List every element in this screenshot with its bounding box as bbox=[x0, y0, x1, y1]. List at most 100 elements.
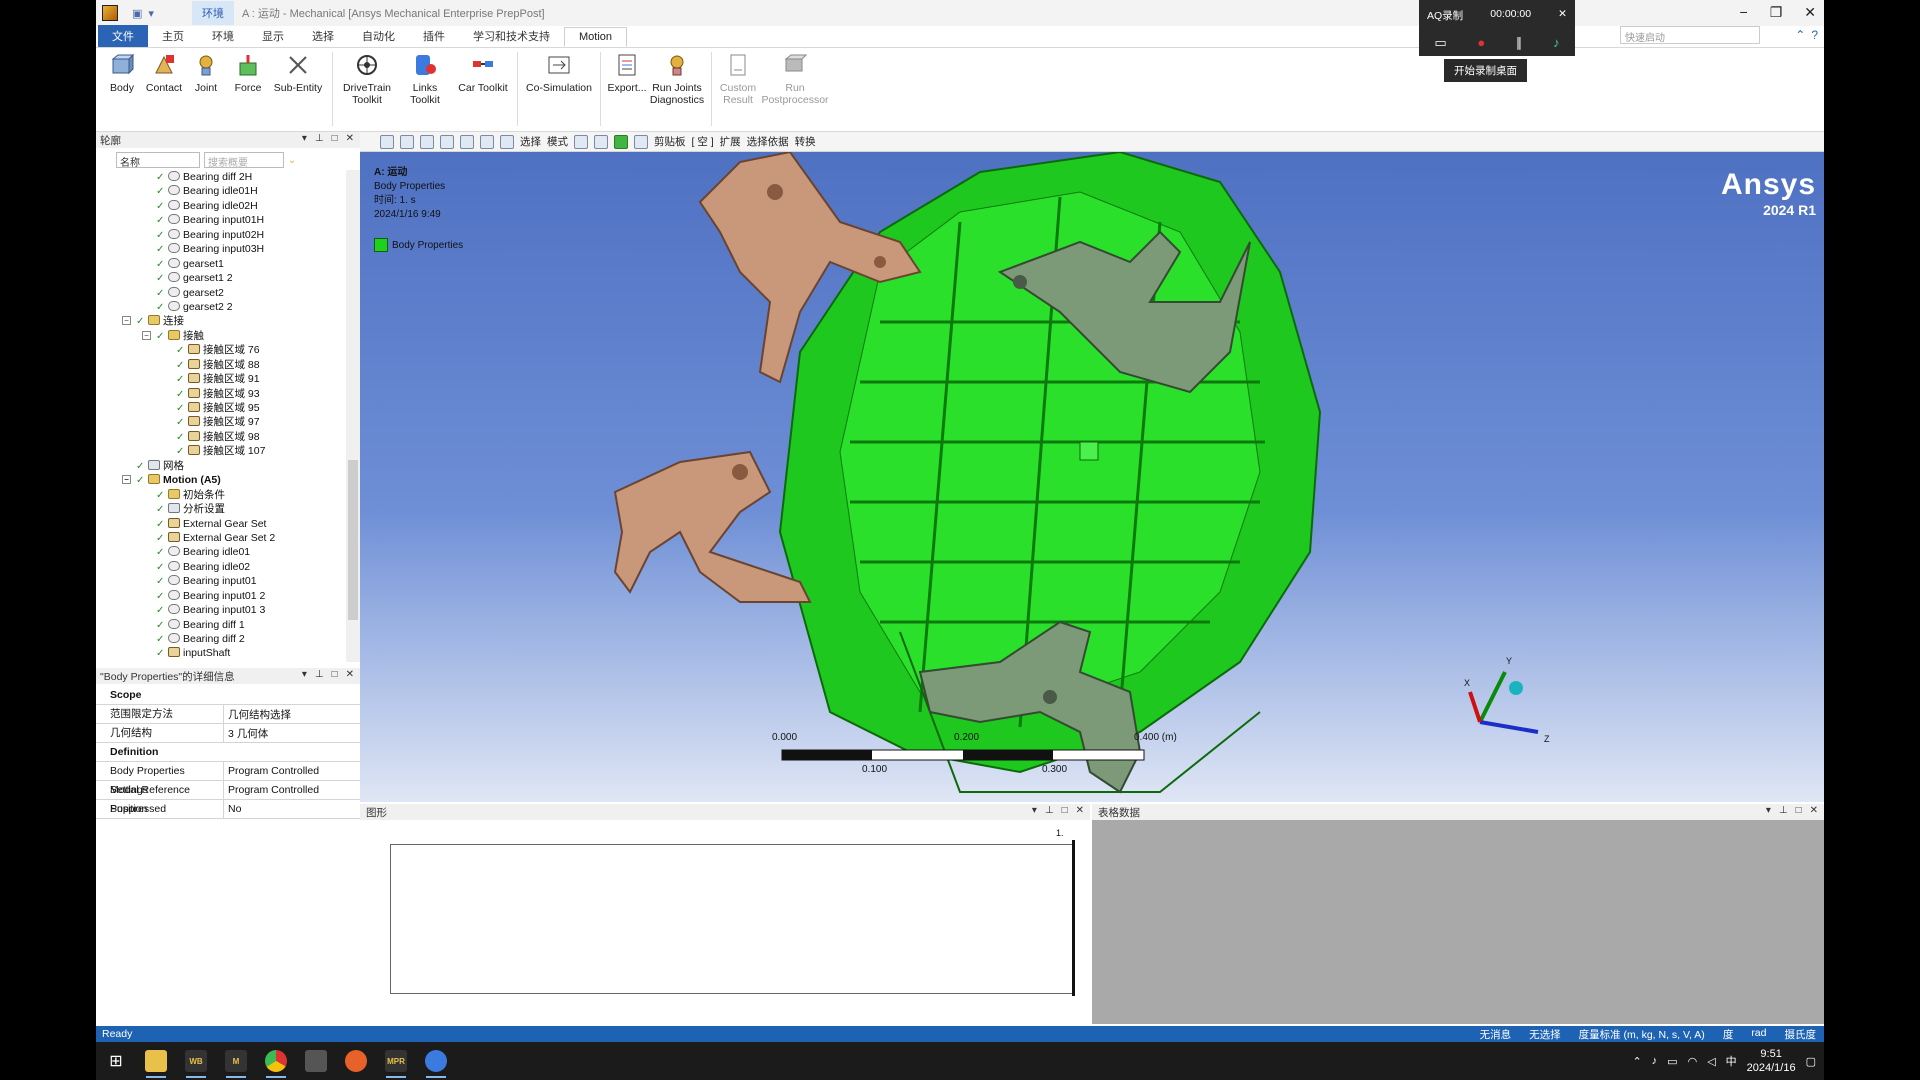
tree-item[interactable]: ✓ 初始条件 bbox=[96, 488, 346, 502]
links-toolkit-button[interactable]: Links Toolkit bbox=[397, 48, 453, 131]
tree-item[interactable]: ✓ 接触区域 93 bbox=[96, 387, 346, 401]
tree-item[interactable]: ✓ External Gear Set bbox=[96, 517, 346, 531]
taskbar-app5[interactable] bbox=[296, 1042, 336, 1080]
zoom-box-icon[interactable] bbox=[500, 134, 514, 149]
pin-icon[interactable]: ⊥ bbox=[1779, 805, 1788, 816]
zoom-icon[interactable] bbox=[400, 134, 414, 149]
select-face-icon[interactable] bbox=[634, 134, 648, 149]
taskbar-mpr[interactable]: MPR bbox=[376, 1042, 416, 1080]
pin-icon[interactable]: ⊥ bbox=[315, 133, 324, 144]
notification-icon[interactable]: ▢ bbox=[1806, 1055, 1816, 1068]
recorder-close-icon[interactable]: ✕ bbox=[1558, 8, 1567, 23]
tree-item[interactable]: ✓ Bearing input03H bbox=[96, 242, 346, 256]
pin-icon[interactable]: ⊥ bbox=[1045, 805, 1054, 816]
clock[interactable]: 9:51 2024/1/16 bbox=[1747, 1047, 1796, 1075]
minimize-button[interactable]: − bbox=[1740, 4, 1748, 21]
ime-indicator[interactable]: 中 bbox=[1726, 1053, 1737, 1069]
close-button[interactable]: ✕ bbox=[1804, 4, 1816, 21]
unit-system[interactable]: 度量标准 (m, kg, N, s, V, A) bbox=[1579, 1027, 1705, 1042]
tree-item[interactable]: ✓ Bearing input01 bbox=[96, 574, 346, 588]
tree-item[interactable]: ✓ 分析设置 bbox=[96, 502, 346, 516]
pan-icon[interactable] bbox=[480, 134, 494, 149]
tree-item[interactable]: ✓ 接触区域 95 bbox=[96, 401, 346, 415]
sub-entity-button[interactable]: Sub-Entity bbox=[270, 48, 326, 131]
tree-item[interactable]: ✓ gearset2 2 bbox=[96, 300, 346, 314]
details-row[interactable]: 范围限定方法 几何结构选择 bbox=[96, 704, 360, 724]
bracket-label[interactable]: [ 空 ] bbox=[692, 134, 714, 149]
tab-home[interactable]: 主页 bbox=[148, 25, 198, 47]
extend-label[interactable]: 扩展 bbox=[720, 134, 741, 149]
details-section-definition[interactable]: Definition bbox=[96, 743, 360, 762]
scrollbar-thumb[interactable] bbox=[348, 460, 358, 620]
select-by-label[interactable]: 选择依据 bbox=[747, 134, 789, 149]
tree-item[interactable]: ✓ 接触区域 107 bbox=[96, 444, 346, 458]
outline-scrollbar[interactable] bbox=[346, 170, 360, 662]
save-icon[interactable]: ▣ bbox=[132, 7, 142, 20]
tree-item[interactable]: ✓ 接触区域 98 bbox=[96, 430, 346, 444]
battery-icon[interactable]: ▭ bbox=[1667, 1055, 1677, 1068]
close-icon[interactable]: ✕ bbox=[1076, 805, 1084, 816]
close-icon[interactable]: ✕ bbox=[346, 133, 354, 144]
taskbar-workbench[interactable]: WB bbox=[176, 1042, 216, 1080]
select-edge-icon[interactable] bbox=[594, 134, 608, 149]
help-icon[interactable]: ? bbox=[1811, 28, 1818, 42]
close-icon[interactable]: ✕ bbox=[1810, 805, 1818, 816]
zoom-fit-icon[interactable] bbox=[380, 134, 394, 149]
tab-display[interactable]: 显示 bbox=[248, 25, 298, 47]
tree-item[interactable]: ✓ inputShaft bbox=[96, 646, 346, 660]
tree-item[interactable]: ✓ 接触区域 88 bbox=[96, 358, 346, 372]
contact-button[interactable]: Contact bbox=[144, 48, 184, 131]
taskbar-mic[interactable] bbox=[336, 1042, 376, 1080]
details-row[interactable]: Suppressed No bbox=[96, 799, 360, 819]
convert-label[interactable]: 转换 bbox=[795, 134, 816, 149]
filter-chevron-icon[interactable]: ⌄ bbox=[288, 155, 296, 166]
start-button[interactable]: ⊞ bbox=[96, 1042, 136, 1080]
selection-status[interactable]: 无选择 bbox=[1529, 1027, 1561, 1042]
tab-addins[interactable]: 插件 bbox=[409, 25, 459, 47]
angular-velocity-unit[interactable]: rad bbox=[1751, 1027, 1766, 1042]
shaded-icon[interactable] bbox=[420, 134, 434, 149]
drivetrain-toolkit-button[interactable]: DriveTrain Toolkit bbox=[339, 48, 395, 131]
restore-button[interactable]: ❐ bbox=[1770, 4, 1783, 21]
tree-item[interactable]: ✓ Bearing diff 1 bbox=[96, 618, 346, 632]
tree-item[interactable]: ✓ 接触区域 91 bbox=[96, 372, 346, 386]
taskbar-explorer[interactable] bbox=[136, 1042, 176, 1080]
chevron-down-icon[interactable]: ▾ bbox=[148, 7, 154, 20]
close-icon[interactable]: ✕ bbox=[346, 669, 354, 680]
wireframe-icon[interactable] bbox=[440, 134, 454, 149]
outline-search-input[interactable]: 搜索概要 bbox=[204, 152, 284, 169]
tree-item[interactable]: ✓ 网格 bbox=[96, 459, 346, 473]
run-joints-diagnostics-button[interactable]: Run Joints Diagnostics bbox=[649, 48, 705, 131]
tree-item[interactable]: − ✓ 接触 bbox=[96, 329, 346, 343]
taskbar-mechanical[interactable]: M bbox=[216, 1042, 256, 1080]
tree-item[interactable]: ✓ gearset2 bbox=[96, 286, 346, 300]
tab-motion[interactable]: Motion bbox=[564, 27, 628, 47]
temperature-unit[interactable]: 摄氏度 bbox=[1785, 1027, 1817, 1042]
graphics-viewport[interactable]: A: 运动 Body Properties 时间: 1. s 2024/1/16… bbox=[360, 152, 1824, 802]
tree-item[interactable]: ✓ gearset1 2 bbox=[96, 271, 346, 285]
tree-item[interactable]: ✓ Bearing idle02H bbox=[96, 199, 346, 213]
tab-environment[interactable]: 环境 bbox=[198, 25, 248, 47]
run-postprocessor-button[interactable]: Run Postprocessor bbox=[760, 48, 830, 131]
microphone-icon[interactable]: ♪ bbox=[1553, 35, 1560, 51]
details-row[interactable]: 几何结构 3 几何体 bbox=[96, 723, 360, 743]
export-button[interactable]: Export... bbox=[607, 48, 647, 131]
graph-plot-area[interactable] bbox=[390, 844, 1074, 994]
tree-item[interactable]: ✓ Bearing input01 2 bbox=[96, 589, 346, 603]
tree-item[interactable]: − ✓ 连接 bbox=[96, 314, 346, 328]
tray-chevron-icon[interactable]: ⌃ bbox=[1632, 1055, 1641, 1068]
pause-icon[interactable]: ∥ bbox=[1516, 35, 1523, 51]
tab-learning[interactable]: 学习和技术支持 bbox=[459, 25, 564, 47]
select-label[interactable]: 选择 bbox=[520, 134, 541, 149]
rotate-icon[interactable] bbox=[460, 134, 474, 149]
chevron-down-icon[interactable]: ▾ bbox=[302, 133, 307, 144]
details-section-scope[interactable]: Scope bbox=[96, 686, 360, 705]
expander-icon[interactable]: − bbox=[122, 475, 131, 485]
tree-item[interactable]: ✓ Bearing input01 3 bbox=[96, 603, 346, 617]
chevron-down-icon[interactable]: ▾ bbox=[302, 669, 307, 680]
tab-file[interactable]: 文件 bbox=[98, 25, 148, 47]
tree-item[interactable]: − ✓ Motion (A5) bbox=[96, 473, 346, 487]
tree-item[interactable]: ✓ 接触区域 76 bbox=[96, 343, 346, 357]
maximize-icon[interactable]: □ bbox=[1796, 805, 1802, 816]
tree-item[interactable]: ✓ External Gear Set 2 bbox=[96, 531, 346, 545]
